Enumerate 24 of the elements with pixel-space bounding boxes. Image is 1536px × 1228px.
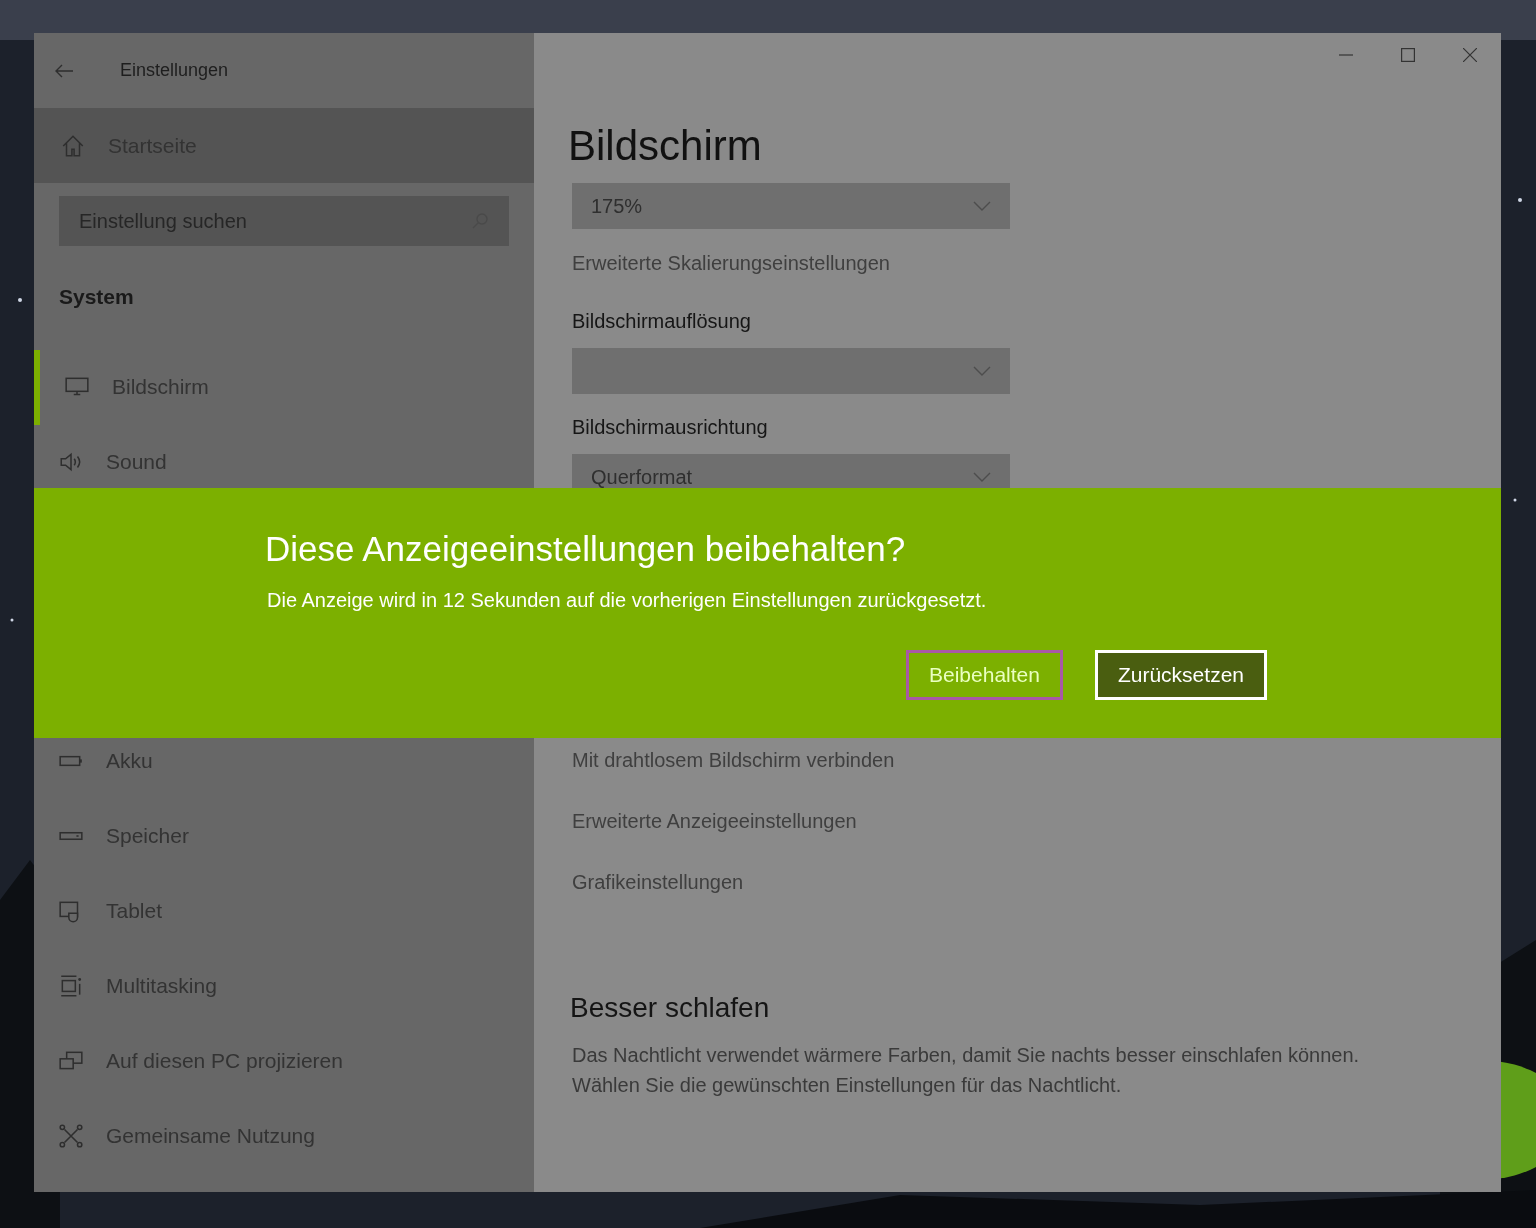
section-heading: System [59,284,135,310]
dialog-message: Die Anzeige wird in 12 Sekunden auf die vorherigen Einstellungen zurückgesetzt. [267,588,987,613]
field-label: Bildschirmausrichtung [572,415,769,440]
window-title: Einstellungen [120,59,229,82]
field-label: Bildschirmauflösung [572,309,752,334]
dialog-title: Diese Anzeigeeinstellungen beibehalten? [265,528,906,570]
link[interactable]: Erweiterte Anzeigeeinstellungen [572,809,857,834]
link[interactable]: Erweiterte Skalierungseinstellungen [572,248,890,278]
section-title: Besser schlafen [570,991,771,1025]
nodes-icon [58,1123,84,1149]
chevron-down-icon [973,201,991,211]
link[interactable]: Mit drahtlosem Bildschirm verbinden [572,748,895,773]
description-text: Das Nachtlicht verwendet wärmere Farben, damit Sie nachts besser einschlafen können. Wählen Sie die gewünschten Einstellungen für das Nachtlicht. [572,1043,1360,1098]
close-icon[interactable] [1463,48,1477,62]
dropdown[interactable]: 175% [572,183,1010,229]
maximize-icon[interactable] [1401,48,1415,62]
chevron-down-icon [973,472,991,482]
back-arrow-icon[interactable] [54,62,74,79]
page-title: Bildschirm [568,121,763,171]
chevron-down-icon [973,366,991,376]
dialog-button[interactable]: Beibehalten [906,650,1063,700]
dialog-button[interactable]: Zurücksetzen [1094,650,1267,700]
multitasking-icon [58,973,84,999]
link[interactable]: Grafikeinstellungen [572,870,744,895]
